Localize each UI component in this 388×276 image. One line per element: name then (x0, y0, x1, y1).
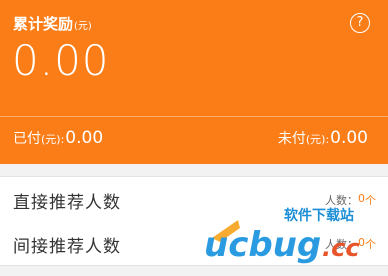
direct-referrals-label: 直接推荐人数 (13, 193, 121, 213)
paid-summary: 已付 (元): 0.00 (13, 128, 103, 148)
title-label: 累计奖励 (13, 15, 74, 33)
unpaid-unit: (元): (305, 133, 330, 146)
unpaid-label: 未付 (277, 131, 306, 147)
count-value: 0 (358, 192, 365, 205)
count-label: 人数： (325, 194, 358, 207)
title-unit: (元) (74, 21, 92, 32)
direct-referrals-row[interactable]: 直接推荐人数 人数： 0 个 (0, 176, 388, 222)
indirect-referrals-count: 人数： 0 个 (325, 236, 376, 252)
unpaid-amount: 0.00 (330, 128, 368, 148)
direct-referrals-count: 人数： 0 个 (325, 192, 376, 208)
count-value: 0 (358, 236, 365, 249)
count-unit: 个 (365, 194, 376, 207)
help-icon[interactable]: ? (350, 13, 370, 33)
total-reward-title: 累计奖励 (元) (13, 13, 92, 34)
reward-summary-header: 累计奖励 (元) ? 0.00 已付 (元): 0.00 未付 (元): 0.0… (0, 0, 388, 164)
indirect-referrals-label: 间接推荐人数 (13, 237, 121, 257)
indirect-referrals-row[interactable]: 间接推荐人数 人数： 0 个 (0, 221, 388, 266)
paid-label: 已付 (13, 131, 41, 147)
count-unit: 个 (365, 238, 376, 251)
total-reward-amount: 0.00 (12, 36, 110, 85)
header-divider (0, 116, 388, 117)
paid-unit: (元): (41, 133, 65, 146)
paid-amount: 0.00 (65, 128, 104, 148)
count-label: 人数： (325, 238, 358, 251)
unpaid-summary: 未付 (元): 0.00 (278, 128, 368, 148)
